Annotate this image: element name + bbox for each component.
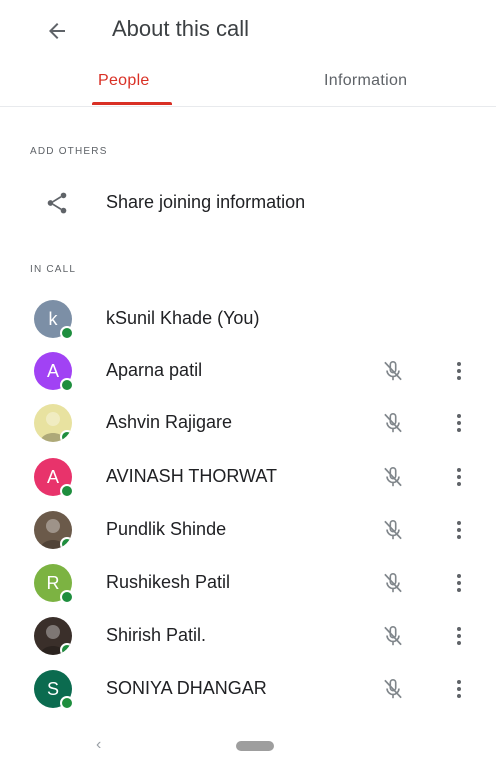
share-joining-info-label: Share joining information	[106, 192, 306, 212]
participant-name: Pundlik Shinde	[106, 519, 227, 539]
section-label-add-others: ADD OTHERS	[30, 146, 108, 157]
mic-off-icon[interactable]	[380, 517, 406, 543]
back-button[interactable]	[40, 14, 74, 48]
avatar: k	[34, 300, 74, 340]
participant-name: SONIYA DHANGAR	[106, 678, 267, 698]
more-options-icon[interactable]	[448, 676, 470, 702]
more-options-icon[interactable]	[448, 464, 470, 490]
participant-row[interactable]: k kSunil Khade (You)	[0, 294, 496, 347]
presence-dot	[60, 430, 72, 442]
avatar	[34, 511, 72, 549]
participant-name: kSunil Khade (You)	[106, 308, 260, 328]
avatar	[34, 404, 72, 442]
active-tab-indicator	[92, 102, 172, 105]
system-nav-bar: ‹	[0, 728, 496, 767]
more-options-icon[interactable]	[448, 410, 470, 436]
avatar-initial: R	[46, 572, 60, 593]
page-title: About this call	[112, 16, 249, 41]
nav-home-pill[interactable]	[236, 741, 274, 751]
avatar-initial: A	[46, 466, 59, 487]
mic-off-icon[interactable]	[380, 358, 406, 384]
mic-off-icon[interactable]	[380, 410, 406, 436]
presence-dot	[60, 643, 72, 655]
tab-bar: People Information	[0, 60, 496, 107]
mic-off-icon[interactable]	[380, 570, 406, 596]
participant-name: Aparna patil	[106, 360, 203, 380]
avatar: S	[34, 670, 74, 710]
participant-name: Ashvin Rajigare	[106, 412, 233, 432]
more-options-icon[interactable]	[448, 623, 470, 649]
participant-name: Shirish Patil.	[106, 625, 207, 645]
mic-off-icon[interactable]	[380, 464, 406, 490]
avatar: A	[34, 458, 74, 498]
participant-row[interactable]: Shirish Patil.	[0, 611, 496, 664]
participant-row[interactable]: A Aparna patil	[0, 346, 496, 399]
app-bar: About this call	[0, 0, 496, 58]
participant-name: Rushikesh Patil	[106, 572, 231, 592]
section-label-in-call: IN CALL	[30, 264, 77, 275]
presence-dot	[60, 590, 74, 604]
participant-name: AVINASH THORWAT	[106, 466, 278, 486]
presence-dot	[60, 696, 74, 710]
presence-dot	[60, 326, 74, 340]
participant-row[interactable]: R Rushikesh Patil	[0, 558, 496, 611]
avatar-initial: k	[48, 308, 58, 329]
arrow-back-icon	[49, 23, 65, 39]
more-options-icon[interactable]	[448, 358, 470, 384]
avatar-initial: S	[46, 678, 59, 699]
tab-people[interactable]: People	[98, 72, 150, 90]
participant-row[interactable]: Pundlik Shinde	[0, 505, 496, 558]
share-icon	[47, 192, 67, 214]
presence-dot	[60, 484, 74, 498]
participant-row[interactable]: A AVINASH THORWAT	[0, 452, 496, 505]
avatar: R	[34, 564, 74, 604]
avatar: A	[34, 352, 74, 392]
avatar-initial: A	[46, 360, 59, 381]
presence-dot	[60, 537, 72, 549]
participant-row[interactable]: Ashvin Rajigare	[0, 398, 496, 451]
avatar	[34, 617, 72, 655]
mic-off-icon[interactable]	[380, 676, 406, 702]
participant-row[interactable]: S SONIYA DHANGAR	[0, 664, 496, 717]
more-options-icon[interactable]	[448, 570, 470, 596]
presence-dot	[60, 378, 74, 392]
nav-back-button[interactable]: ‹	[96, 736, 101, 754]
mic-off-icon[interactable]	[380, 623, 406, 649]
share-joining-info-button[interactable]: Share joining information	[0, 180, 496, 226]
more-options-icon[interactable]	[448, 517, 470, 543]
tab-information[interactable]: Information	[324, 72, 407, 90]
